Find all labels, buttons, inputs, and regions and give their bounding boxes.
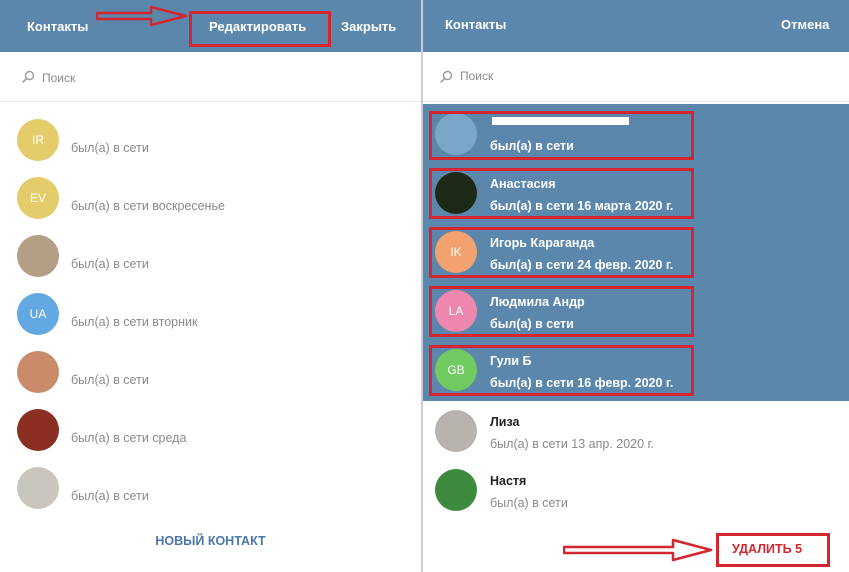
contact-name: Анастасия [490,177,556,191]
search-input[interactable]: Поиск [42,71,75,85]
contact-row[interactable]: UA был(а) в сети вторник [0,285,421,343]
contact-name: Гули Б [490,354,532,368]
contacts-header: Контакты Редактировать Закрыть [0,0,421,52]
search-bar[interactable]: Поиск [423,52,849,102]
contacts-panel-left: Контакты Редактировать Закрыть Поиск IR … [0,0,421,572]
contact-status: был(а) в сети воскресенье [71,199,225,213]
contact-status: был(а) в сети [71,141,149,155]
contact-name: Людмила Андр [490,295,585,309]
avatar-photo [17,467,59,509]
contact-row-selected[interactable]: GB Гули Б был(а) в сети 16 февр. 2020 г. [423,340,849,401]
contact-status: был(а) в сети [490,317,574,331]
contact-row[interactable]: был(а) в сети [0,343,421,401]
contact-row-selected[interactable]: был(а) в сети [423,104,849,163]
avatar: GB [435,349,477,391]
header-title: Контакты [445,17,507,32]
avatar-photo [435,469,477,511]
contact-row[interactable]: был(а) в сети [0,227,421,285]
avatar-photo [435,113,477,155]
avatar: EV [17,177,59,219]
header-title: Контакты [27,19,89,34]
avatar-photo [435,172,477,214]
contact-row-selected[interactable]: LA Людмила Андр был(а) в сети [423,281,849,340]
contact-row[interactable]: IR был(а) в сети [0,111,421,169]
avatar-photo [17,351,59,393]
contact-row[interactable]: Лиза был(а) в сети 13 апр. 2020 г. [423,401,849,460]
contact-row-selected[interactable]: IK Игорь Караганда был(а) в сети 24 февр… [423,222,849,281]
avatar-photo [17,235,59,277]
contact-name: Игорь Караганда [490,236,595,250]
contact-name: Настя [490,474,527,488]
contacts-header: Контакты Отмена [423,0,849,52]
contact-status: был(а) в сети [490,496,568,510]
contact-row[interactable]: Настя был(а) в сети [423,460,849,519]
contact-row[interactable]: EV был(а) в сети воскресенье [0,169,421,227]
contact-status: был(а) в сети среда [71,431,187,445]
avatar: LA [435,290,477,332]
contact-row-selected[interactable]: Анастасия был(а) в сети 16 марта 2020 г. [423,163,849,222]
contact-name: Лиза [490,415,520,429]
close-button[interactable]: Закрыть [341,19,396,34]
contact-status: был(а) в сети вторник [71,315,198,329]
avatar-photo [17,409,59,451]
contact-status: был(а) в сети 24 февр. 2020 г. [490,258,674,272]
new-contact-button[interactable]: НОВЫЙ КОНТАКТ [0,534,421,548]
search-input[interactable]: Поиск [460,69,493,83]
annotation-arrow-right-icon [563,538,713,562]
avatar: IK [435,231,477,273]
avatar-photo [435,410,477,452]
contact-status: был(а) в сети 13 апр. 2020 г. [490,437,655,451]
delete-button[interactable]: УДАЛИТЬ 5 [732,542,802,556]
contact-status: был(а) в сети [490,139,574,153]
contact-status: был(а) в сети 16 марта 2020 г. [490,199,674,213]
redacted-name [492,117,629,125]
contact-row[interactable]: был(а) в сети [0,459,421,517]
contact-status: был(а) в сети [71,489,149,503]
avatar: UA [17,293,59,335]
search-icon [22,70,35,83]
cancel-button[interactable]: Отмена [781,17,829,32]
contacts-panel-right: Контакты Отмена Поиск был(а) в сети Анас… [423,0,849,572]
annotation-arrow-right-icon [96,5,188,27]
edit-button[interactable]: Редактировать [209,19,306,34]
contact-status: был(а) в сети [71,373,149,387]
search-icon [440,70,453,83]
contact-row[interactable]: был(а) в сети среда [0,401,421,459]
avatar: IR [17,119,59,161]
contact-status: был(а) в сети [71,257,149,271]
search-bar[interactable]: Поиск [0,52,421,102]
contact-status: был(а) в сети 16 февр. 2020 г. [490,376,674,390]
